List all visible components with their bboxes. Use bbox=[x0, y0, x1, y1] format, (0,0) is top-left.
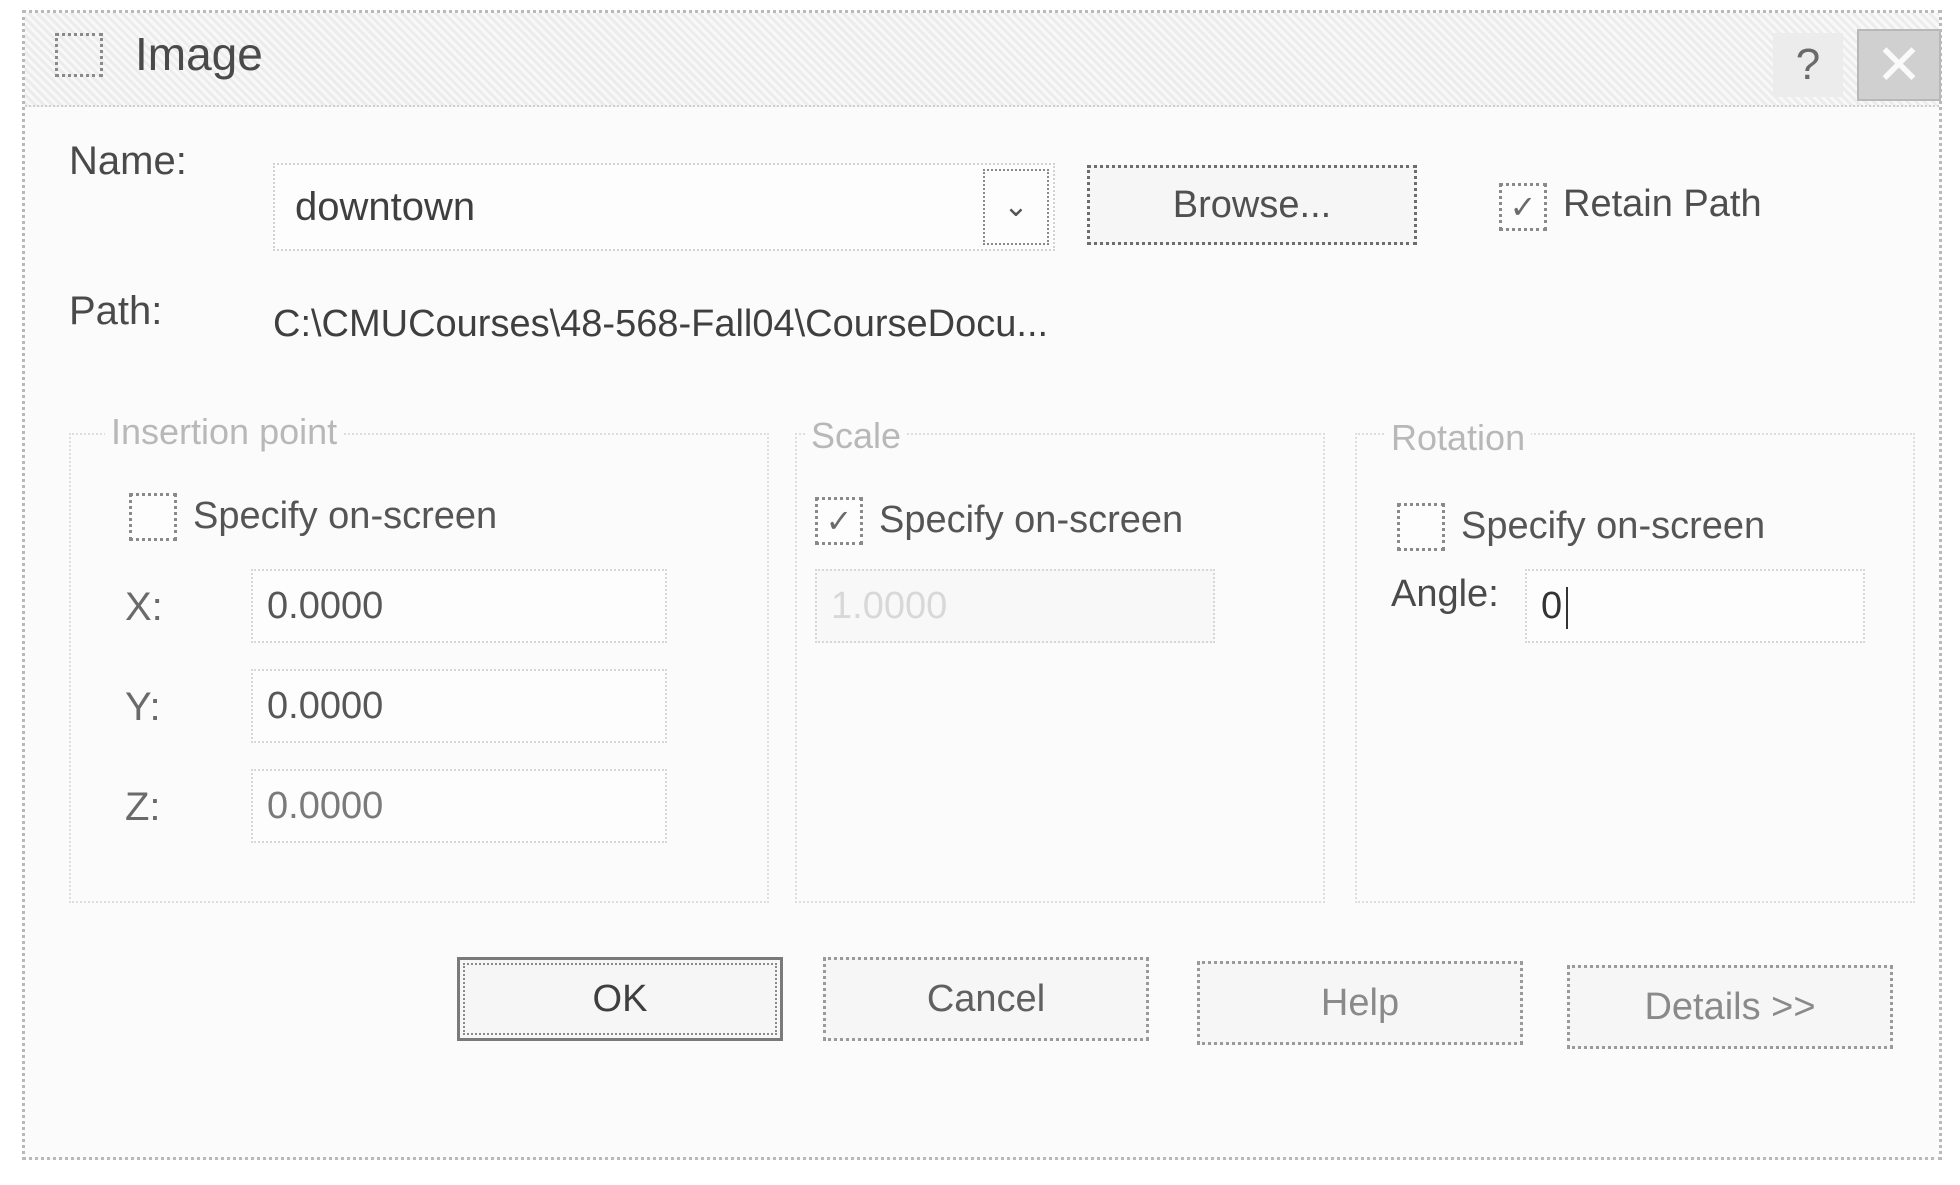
angle-label: Angle: bbox=[1391, 573, 1499, 615]
name-label: Name: bbox=[69, 139, 187, 183]
image-icon bbox=[55, 33, 103, 77]
title-bar: Image ? ✕ bbox=[25, 13, 1941, 107]
y-label: Y: bbox=[125, 685, 161, 729]
path-value: C:\CMUCourses\48-568-Fall04\CourseDocu..… bbox=[273, 303, 1049, 345]
z-input[interactable]: 0.0000 bbox=[251, 769, 667, 843]
y-input[interactable]: 0.0000 bbox=[251, 669, 667, 743]
scale-title: Scale bbox=[805, 415, 908, 457]
close-button[interactable]: ✕ bbox=[1857, 29, 1941, 101]
details-button[interactable]: Details >> bbox=[1567, 965, 1893, 1049]
angle-value: 0 bbox=[1541, 585, 1563, 627]
name-combobox-value: downtown bbox=[295, 185, 476, 229]
help-title-button[interactable]: ? bbox=[1773, 33, 1843, 97]
text-cursor bbox=[1566, 586, 1569, 629]
help-button[interactable]: Help bbox=[1197, 961, 1523, 1045]
browse-button[interactable]: Browse... bbox=[1087, 165, 1417, 245]
name-combobox[interactable]: downtown ⌄ bbox=[273, 163, 1055, 251]
angle-input[interactable]: 0 bbox=[1525, 569, 1865, 643]
retain-path-label: Retain Path bbox=[1563, 183, 1762, 225]
x-label: X: bbox=[125, 585, 163, 629]
rotation-specify-label: Specify on-screen bbox=[1461, 505, 1766, 547]
image-dialog: Image ? ✕ Name: downtown ⌄ Browse... ✓ R… bbox=[22, 10, 1942, 1160]
x-input[interactable]: 0.0000 bbox=[251, 569, 667, 643]
cancel-button[interactable]: Cancel bbox=[823, 957, 1149, 1041]
chevron-down-icon[interactable]: ⌄ bbox=[983, 169, 1049, 245]
checkmark-icon: ✓ bbox=[1509, 189, 1537, 225]
insertion-specify-checkbox[interactable] bbox=[129, 493, 177, 541]
scale-specify-label: Specify on-screen bbox=[879, 499, 1184, 541]
path-label: Path: bbox=[69, 289, 163, 333]
scale-specify-checkbox[interactable]: ✓ bbox=[815, 497, 863, 545]
insertion-point-title: Insertion point bbox=[105, 411, 344, 453]
retain-path-checkbox[interactable]: ✓ bbox=[1499, 183, 1547, 231]
rotation-title: Rotation bbox=[1385, 417, 1532, 459]
window-title: Image bbox=[135, 28, 263, 80]
checkmark-icon: ✓ bbox=[825, 503, 853, 539]
insertion-specify-label: Specify on-screen bbox=[193, 495, 498, 537]
ok-button[interactable]: OK bbox=[457, 957, 783, 1041]
rotation-specify-checkbox[interactable] bbox=[1397, 503, 1445, 551]
z-label: Z: bbox=[125, 785, 161, 829]
scale-input[interactable]: 1.0000 bbox=[815, 569, 1215, 643]
